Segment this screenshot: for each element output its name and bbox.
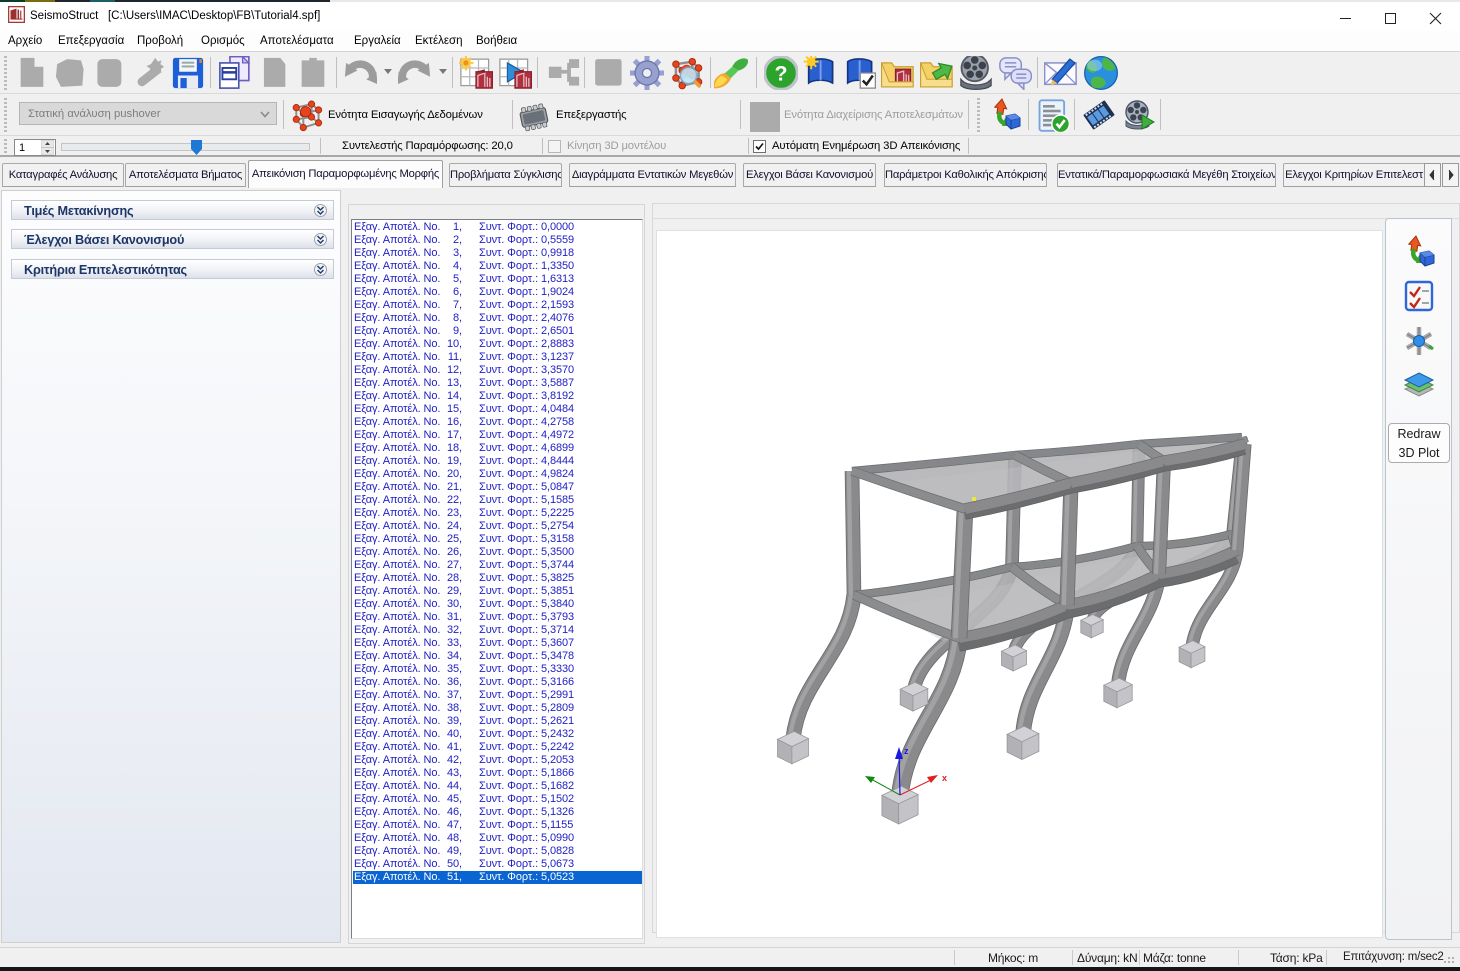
svg-text:z: z (904, 746, 909, 756)
svg-text:x: x (942, 773, 947, 783)
svg-text:?: ? (774, 62, 787, 86)
